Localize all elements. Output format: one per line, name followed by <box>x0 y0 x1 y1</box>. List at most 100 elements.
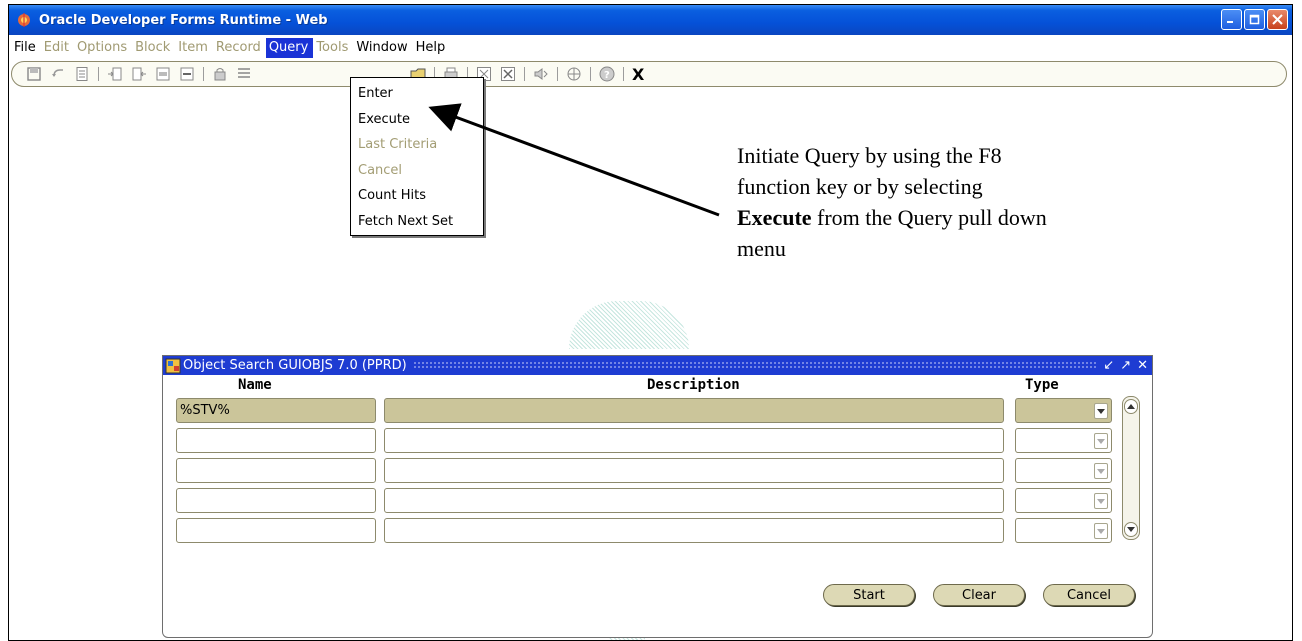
annotation-line-2: function key or by selecting <box>737 174 983 199</box>
menu-item[interactable]: Item <box>175 38 213 58</box>
menu-file[interactable]: File <box>11 38 41 58</box>
name-field[interactable] <box>176 518 376 543</box>
chevron-down-icon[interactable] <box>1094 403 1108 419</box>
description-field[interactable] <box>384 488 1004 513</box>
object-search-title: Object Search GUIOBJS 7.0 (PPRD) <box>183 358 407 373</box>
clear-button[interactable]: Clear <box>933 584 1025 606</box>
start-button[interactable]: Start <box>823 584 915 606</box>
minimize-button[interactable] <box>1221 9 1242 30</box>
type-select[interactable] <box>1015 518 1112 543</box>
annotation-line-4: menu <box>737 236 786 261</box>
name-field[interactable] <box>176 428 376 453</box>
table-row <box>176 428 1004 453</box>
form-window-icon <box>165 358 181 373</box>
description-field[interactable] <box>384 518 1004 543</box>
previous-block-icon[interactable] <box>130 65 148 83</box>
toolbar-separator <box>524 67 525 81</box>
column-header-description: Description <box>647 377 740 393</box>
menu-options[interactable]: Options <box>74 38 132 58</box>
print-screen-icon[interactable] <box>73 65 91 83</box>
type-select[interactable] <box>1015 488 1112 513</box>
title-pattern <box>412 361 1098 370</box>
svg-text:?: ? <box>604 70 610 81</box>
help-icon[interactable]: ? <box>598 65 616 83</box>
restore-icon <box>1249 14 1260 25</box>
toolbar-separator <box>98 67 99 81</box>
next-block-icon[interactable] <box>106 65 124 83</box>
workflow-icon[interactable] <box>565 65 583 83</box>
restore-button[interactable] <box>1244 9 1265 30</box>
query-menu-execute[interactable]: Execute <box>351 108 483 134</box>
lock-record-icon[interactable] <box>211 65 229 83</box>
query-menu-last-criteria[interactable]: Last Criteria <box>351 133 483 159</box>
title-bar[interactable]: Oracle Developer Forms Runtime - Web <box>9 5 1292 35</box>
toolbar-separator <box>203 67 204 81</box>
name-field[interactable] <box>176 488 376 513</box>
type-select[interactable] <box>1015 398 1112 423</box>
cancel-button[interactable]: Cancel <box>1043 584 1135 606</box>
menu-edit[interactable]: Edit <box>41 38 74 58</box>
menu-help[interactable]: Help <box>413 38 451 58</box>
oracle-app-icon <box>15 11 33 29</box>
scroll-up-button[interactable] <box>1124 399 1138 414</box>
vertical-scrollbar[interactable] <box>1122 396 1140 540</box>
maximize-icon[interactable]: ↗ <box>1120 358 1131 373</box>
minimize-icon <box>1227 21 1233 23</box>
menu-bar: File Edit Options Block Item Record Quer… <box>9 37 1292 59</box>
remove-record-icon[interactable] <box>178 65 196 83</box>
query-menu-dropdown: Enter Execute Last Criteria Cancel Count… <box>350 77 484 236</box>
chevron-down-icon <box>1127 527 1135 532</box>
close-button[interactable] <box>1267 9 1288 30</box>
menu-window[interactable]: Window <box>353 38 412 58</box>
description-field[interactable] <box>384 458 1004 483</box>
scroll-down-button[interactable] <box>1124 522 1138 537</box>
object-search-window: Object Search GUIOBJS 7.0 (PPRD) ↙ ↗ ✕ N… <box>162 355 1153 638</box>
list-values-icon[interactable] <box>235 65 253 83</box>
chevron-down-icon[interactable] <box>1094 523 1108 539</box>
query-menu-enter[interactable]: Enter <box>351 82 483 108</box>
description-field[interactable] <box>384 398 1004 423</box>
toolbar: ? X <box>11 61 1287 87</box>
table-row: %STV% <box>176 398 1004 423</box>
object-search-title-bar[interactable]: Object Search GUIOBJS 7.0 (PPRD) ↙ ↗ ✕ <box>163 356 1152 375</box>
watermark-top <box>569 301 689 349</box>
menu-block[interactable]: Block <box>132 38 175 58</box>
exit-button[interactable]: X <box>632 65 644 84</box>
minimize-icon[interactable]: ↙ <box>1103 358 1114 373</box>
close-icon <box>1272 14 1283 25</box>
toolbar-separator <box>557 67 558 81</box>
window-title: Oracle Developer Forms Runtime - Web <box>39 12 328 28</box>
query-menu-cancel[interactable]: Cancel <box>351 159 483 185</box>
annotation-text: Initiate Query by using the F8 function … <box>737 140 1167 264</box>
item-help-icon[interactable] <box>532 65 550 83</box>
query-menu-fetch-next-set[interactable]: Fetch Next Set <box>351 210 483 236</box>
chevron-down-icon[interactable] <box>1094 493 1108 509</box>
save-icon[interactable] <box>25 65 43 83</box>
execute-query-icon[interactable] <box>499 65 517 83</box>
app-window: Oracle Developer Forms Runtime - Web Fil… <box>8 4 1293 641</box>
rollback-icon[interactable] <box>49 65 67 83</box>
query-menu-count-hits[interactable]: Count Hits <box>351 184 483 210</box>
menu-record[interactable]: Record <box>213 38 266 58</box>
name-field[interactable]: %STV% <box>176 398 376 423</box>
toolbar-separator <box>623 67 624 81</box>
column-header-type: Type <box>1025 377 1059 393</box>
annotation-line-1: Initiate Query by using the F8 <box>737 143 1002 168</box>
chevron-down-icon[interactable] <box>1094 463 1108 479</box>
annotation-line-3: from the Query pull down <box>811 205 1047 230</box>
insert-record-icon[interactable] <box>154 65 172 83</box>
table-row <box>176 518 1004 543</box>
table-row <box>176 458 1004 483</box>
annotation-bold-execute: Execute <box>737 205 812 230</box>
column-header-name: Name <box>238 377 272 393</box>
close-icon[interactable]: ✕ <box>1137 358 1148 373</box>
toolbar-separator <box>590 67 591 81</box>
type-select[interactable] <box>1015 428 1112 453</box>
type-select[interactable] <box>1015 458 1112 483</box>
menu-tools[interactable]: Tools <box>313 38 353 58</box>
chevron-up-icon <box>1127 404 1135 409</box>
menu-query[interactable]: Query <box>265 38 314 58</box>
chevron-down-icon[interactable] <box>1094 433 1108 449</box>
name-field[interactable] <box>176 458 376 483</box>
description-field[interactable] <box>384 428 1004 453</box>
